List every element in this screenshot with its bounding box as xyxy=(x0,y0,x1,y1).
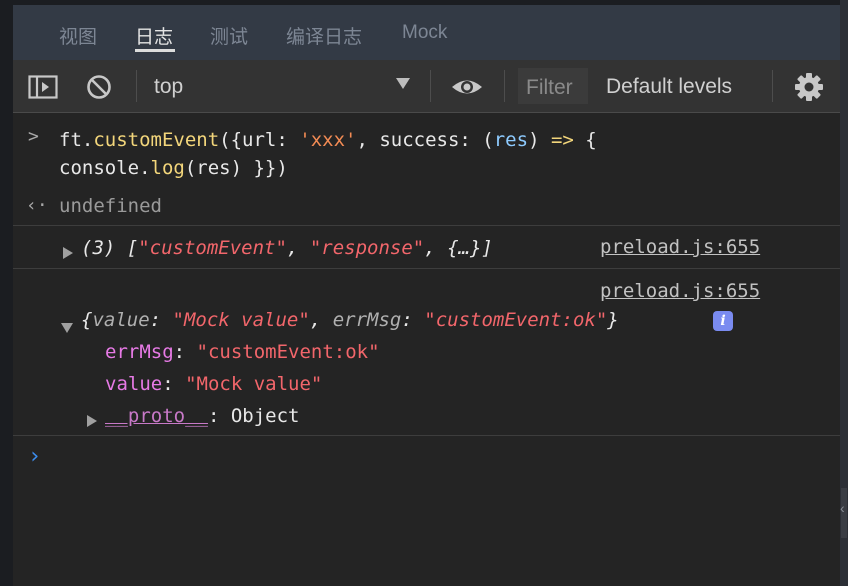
filter-placeholder: Filter xyxy=(526,76,573,99)
source-link[interactable]: preload.js:655 xyxy=(600,280,760,302)
input-prompt-icon: > xyxy=(28,126,39,147)
log-levels-dropdown[interactable]: Default levels xyxy=(606,75,732,99)
clear-console-icon[interactable] xyxy=(86,74,112,100)
expand-arrow-icon[interactable] xyxy=(87,410,97,432)
collapse-arrow-icon[interactable] xyxy=(61,316,73,338)
toolbar-divider xyxy=(136,70,137,102)
log-object-summary[interactable]: {value: "Mock value", errMsg: "customEve… xyxy=(81,309,619,331)
gear-icon[interactable] xyxy=(794,72,824,102)
result-arrow-icon: ‹· xyxy=(26,195,48,216)
tab-log[interactable]: 日志 xyxy=(135,22,173,49)
toolbar-divider xyxy=(430,70,431,102)
object-proto[interactable]: __proto__: Object xyxy=(105,405,299,427)
tab-mock[interactable]: Mock xyxy=(402,22,447,44)
console-toolbar: top Filter Default levels xyxy=(13,60,840,113)
object-property: value: "Mock value" xyxy=(105,373,323,395)
dropdown-arrow-icon[interactable] xyxy=(396,78,410,89)
filter-input[interactable]: Filter xyxy=(518,68,588,104)
log-array-summary[interactable]: (3) ["customEvent", "response", {…}] xyxy=(81,237,493,259)
context-selector[interactable]: top xyxy=(154,75,183,99)
expand-arrow-icon[interactable] xyxy=(63,242,73,264)
source-link[interactable]: preload.js:655 xyxy=(600,236,760,258)
tab-compile-log[interactable]: 编译日志 xyxy=(286,22,362,49)
console-output: > ft.customEvent({url: 'xxx', success: (… xyxy=(13,113,840,586)
console-result: undefined xyxy=(59,195,162,217)
info-icon[interactable]: i xyxy=(713,311,733,331)
console-prompt-icon[interactable]: › xyxy=(28,444,41,469)
devtools-panel: 视图 日志 测试 编译日志 Mock top Filter Default le… xyxy=(13,5,840,586)
toolbar-divider xyxy=(772,70,773,102)
object-property: errMsg: "customEvent:ok" xyxy=(105,341,380,363)
active-tab-indicator xyxy=(135,49,175,52)
row-divider xyxy=(13,225,840,226)
tab-bar: 视图 日志 测试 编译日志 Mock xyxy=(13,5,840,60)
chevron-left-icon[interactable]: ‹ xyxy=(840,500,845,516)
scroll-strip: ‹ xyxy=(840,0,848,586)
toolbar-divider xyxy=(504,70,505,102)
console-input-line-2: console.log(res) }}) xyxy=(59,157,288,179)
console-input-line-1: ft.customEvent({url: 'xxx', success: (re… xyxy=(59,129,597,151)
row-divider xyxy=(13,435,840,436)
row-divider xyxy=(13,268,840,269)
eye-icon[interactable] xyxy=(450,74,484,100)
sidebar-toggle-icon[interactable] xyxy=(28,75,58,99)
tab-view[interactable]: 视图 xyxy=(59,22,97,49)
tab-test[interactable]: 测试 xyxy=(210,22,248,49)
